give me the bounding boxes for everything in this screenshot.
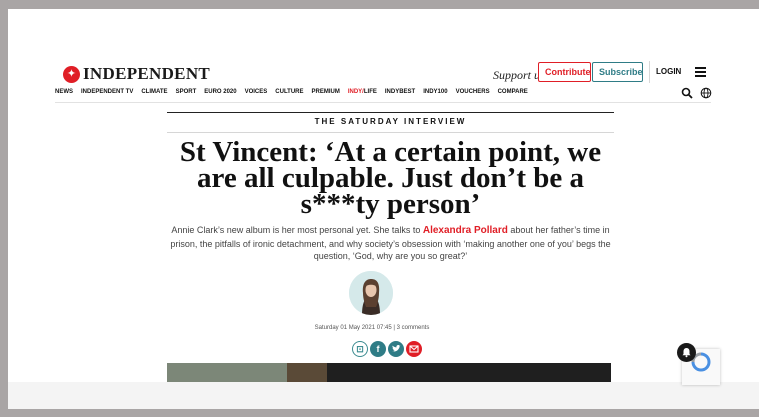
nav-item-voices[interactable]: VOICES	[245, 89, 268, 95]
facebook-share-button[interactable]: f	[370, 341, 386, 357]
bell-icon	[682, 348, 691, 358]
article-dateline: Saturday 01 May 2021 07:45 | 3 comments	[267, 325, 477, 331]
header-divider	[649, 61, 650, 83]
nav-item-independent-tv[interactable]: INDEPENDENT TV	[81, 89, 133, 95]
subscribe-button[interactable]: Subscribe	[592, 62, 643, 82]
author-portrait-image	[349, 271, 393, 315]
nav-item-euro-2020[interactable]: EURO 2020	[204, 89, 236, 95]
article-headline: St Vincent: ‘At a certain point, we are …	[179, 136, 602, 220]
facebook-icon: f	[376, 344, 380, 354]
contribute-button[interactable]: Contribute	[538, 62, 591, 82]
nav-item-news[interactable]: NEWS	[55, 89, 73, 95]
main-nav: NEWS INDEPENDENT TV CLIMATE SPORT EURO 2…	[55, 89, 528, 95]
hero-image-middle	[287, 363, 327, 382]
logo-text: INDEPENDENT	[83, 64, 211, 83]
standfirst-text-start: Annie Clark’s new album is her most pers…	[171, 225, 423, 235]
nav-item-vouchers[interactable]: VOUCHERS	[456, 89, 490, 95]
author-avatar[interactable]	[349, 271, 393, 315]
article-standfirst: Annie Clark’s new album is her most pers…	[163, 224, 618, 263]
bookmark-button[interactable]: ⊡	[352, 341, 368, 357]
nav-divider	[55, 102, 711, 103]
email-share-button[interactable]	[406, 341, 422, 357]
kicker-top-rule	[167, 112, 614, 113]
menu-icon[interactable]	[695, 67, 706, 79]
globe-icon[interactable]	[700, 87, 712, 99]
nav-item-premium[interactable]: PREMIUM	[312, 89, 340, 95]
kicker-bottom-rule	[167, 132, 614, 133]
hero-image-left	[167, 363, 287, 382]
nav-item-climate[interactable]: CLIMATE	[141, 89, 167, 95]
twitter-share-button[interactable]	[388, 341, 404, 357]
search-icon[interactable]	[681, 87, 693, 99]
twitter-icon	[392, 345, 401, 352]
nav-life-suffix: LIFE	[363, 89, 377, 95]
nav-item-indy100[interactable]: INDY100	[423, 89, 447, 95]
nav-indy-prefix: INDY/	[347, 89, 364, 95]
eagle-icon: ✦	[63, 65, 80, 83]
notification-bell-button[interactable]	[677, 343, 696, 362]
bookmark-icon: ⊡	[356, 344, 364, 354]
comments-link[interactable]: 3 comments	[397, 325, 430, 331]
author-link[interactable]: Alexandra Pollard	[423, 225, 508, 236]
login-link[interactable]: LOGIN	[656, 67, 681, 76]
nav-item-culture[interactable]: CULTURE	[275, 89, 303, 95]
viewport-bottom-area	[8, 382, 759, 409]
email-icon	[409, 345, 419, 353]
site-logo[interactable]: ✦ INDEPENDENT	[63, 64, 210, 84]
browser-viewport: ✦ INDEPENDENT Support us Contribute Subs…	[8, 9, 759, 409]
nav-item-indy-life[interactable]: INDY/LIFE	[348, 89, 377, 95]
nav-item-compare[interactable]: COMPARE	[498, 89, 528, 95]
dateline-separator: |	[393, 325, 395, 331]
nav-item-sport[interactable]: SPORT	[176, 89, 197, 95]
article-kicker[interactable]: THE SATURDAY INTERVIEW	[167, 117, 614, 126]
hero-image	[167, 363, 611, 382]
nav-item-indybest[interactable]: INDYBEST	[385, 89, 415, 95]
support-us-text: Support us	[493, 68, 545, 82]
publish-date: Saturday 01 May 2021 07:45	[314, 325, 392, 331]
